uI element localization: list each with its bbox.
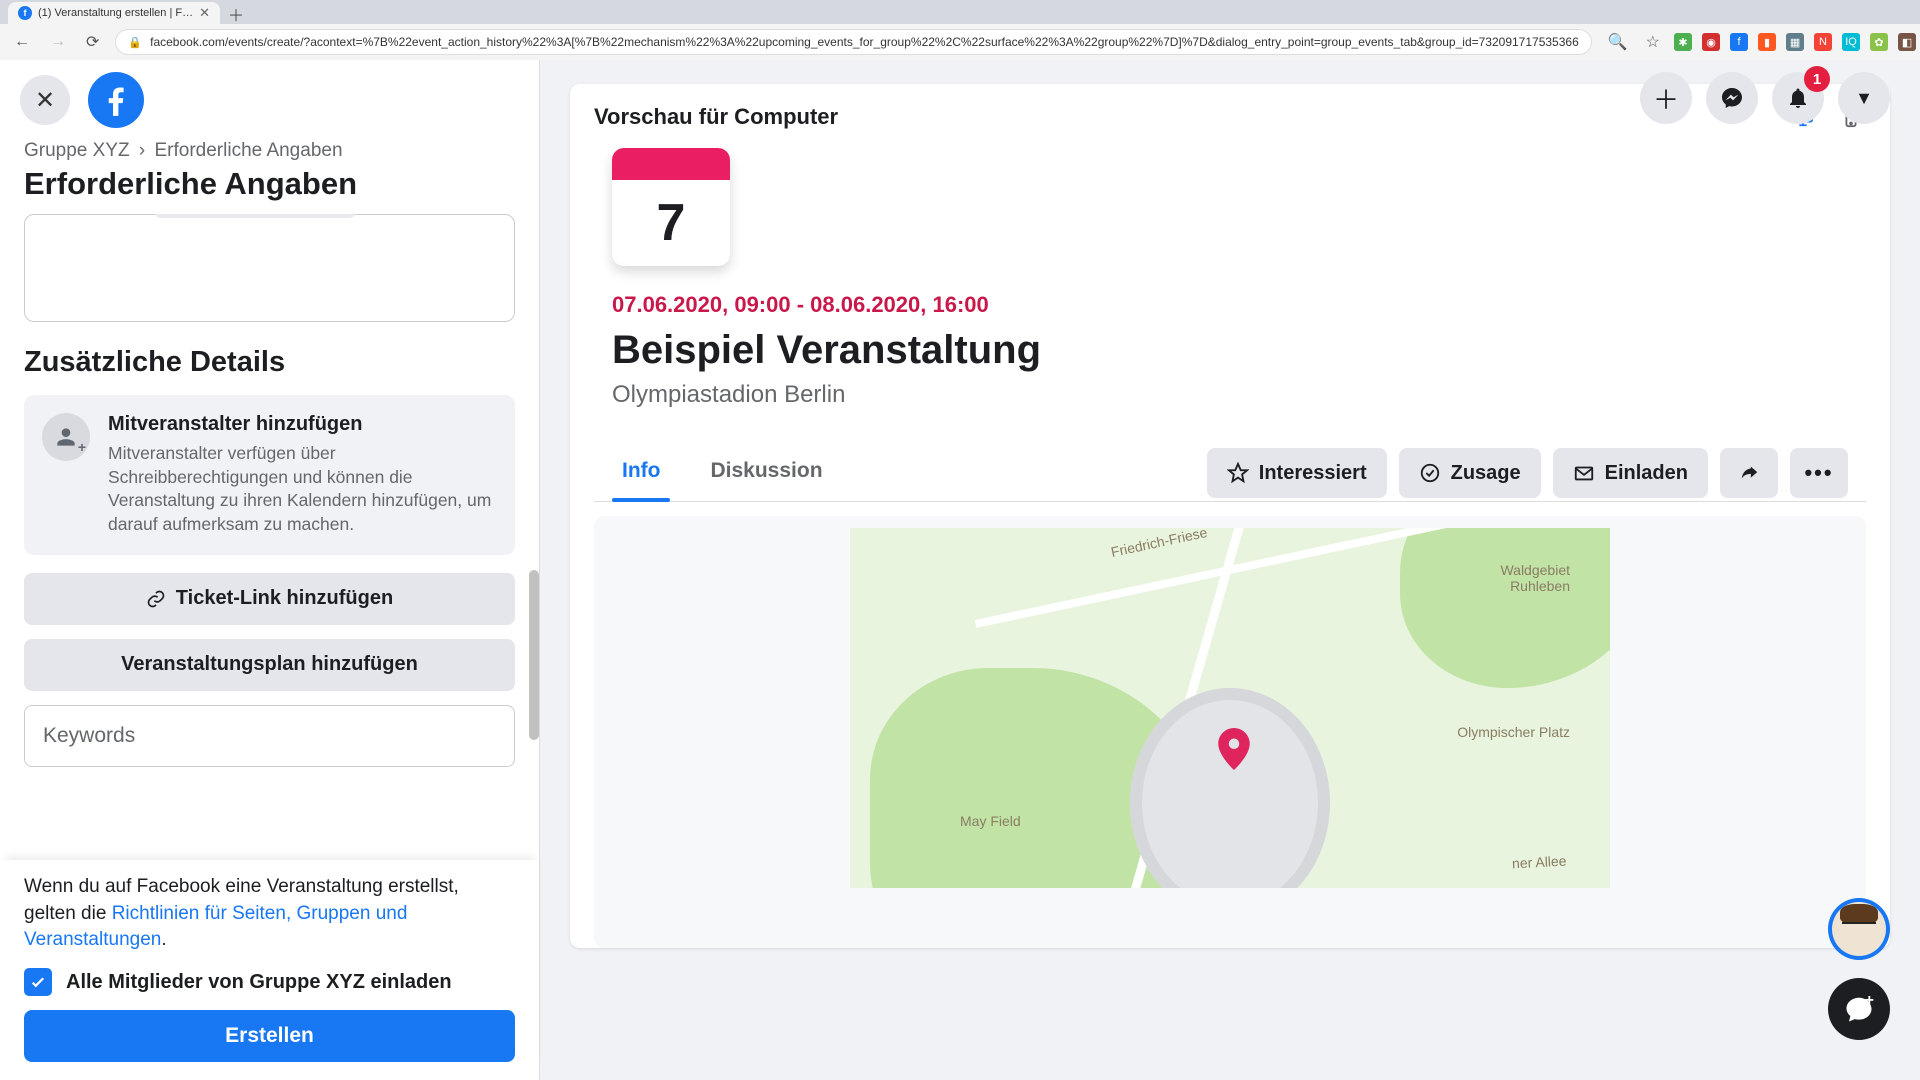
going-button[interactable]: Zusage bbox=[1399, 448, 1541, 498]
calendar-badge: 7 bbox=[612, 148, 730, 266]
reload-button[interactable]: ⟳ bbox=[82, 32, 103, 52]
preview-card: Vorschau für Computer 7 07.06.2020, 09:0… bbox=[570, 84, 1890, 948]
back-button[interactable]: ← bbox=[10, 33, 34, 51]
preview-heading: Vorschau für Computer bbox=[594, 104, 838, 130]
add-ticket-link-button[interactable]: Ticket-Link hinzufügen bbox=[24, 573, 515, 625]
forward-button[interactable]: → bbox=[46, 33, 70, 51]
create-menu-button[interactable]: ＋ bbox=[1640, 72, 1692, 124]
facebook-favicon-icon: f bbox=[18, 6, 32, 20]
checkmark-icon bbox=[29, 973, 47, 991]
browser-chrome: f (1) Veranstaltung erstellen | F… ✕ ＋ ←… bbox=[0, 0, 1920, 60]
more-button[interactable]: ••• bbox=[1790, 448, 1848, 498]
lock-icon: 🔒 bbox=[128, 36, 142, 49]
invite-all-checkbox[interactable] bbox=[24, 968, 52, 996]
extension-icon[interactable]: ◧ bbox=[1898, 33, 1916, 51]
extension-icon[interactable]: N bbox=[1814, 33, 1832, 51]
map-label: Olympischer Platz bbox=[1457, 724, 1570, 740]
event-map[interactable]: May Field Waldgebiet Ruhleben Olympische… bbox=[850, 528, 1610, 888]
sidebar-scroll[interactable]: Zusätzliche Details + Mitveranstalter hi… bbox=[0, 214, 539, 860]
close-icon: ✕ bbox=[35, 86, 55, 115]
map-label: Friedrich-Friese bbox=[1109, 528, 1208, 560]
header-actions: ＋ 1 ▼ bbox=[1640, 72, 1890, 124]
facebook-logo[interactable] bbox=[88, 72, 144, 128]
extension-icon[interactable]: ▦ bbox=[1786, 33, 1804, 51]
close-button[interactable]: ✕ bbox=[20, 75, 70, 125]
tab-close-icon[interactable]: ✕ bbox=[199, 5, 210, 21]
tab-discussion[interactable]: Diskussion bbox=[700, 445, 832, 501]
map-label: ner Allee bbox=[1511, 853, 1566, 872]
breadcrumb-group[interactable]: Gruppe XYZ bbox=[24, 140, 130, 161]
map-pin-icon bbox=[1218, 728, 1250, 760]
envelope-icon bbox=[1573, 462, 1595, 484]
map-label: May Field bbox=[960, 813, 1021, 829]
more-icon: ••• bbox=[1804, 460, 1833, 486]
messenger-icon bbox=[1720, 86, 1744, 110]
extension-icon[interactable]: ✿ bbox=[1870, 33, 1888, 51]
invite-button[interactable]: Einladen bbox=[1553, 448, 1708, 498]
coorganizer-description: Mitveranstalter verfügen über Schreibber… bbox=[108, 442, 497, 537]
profile-avatar-button[interactable] bbox=[1828, 898, 1890, 960]
plus-icon: ＋ bbox=[1653, 80, 1679, 117]
scrollbar[interactable] bbox=[529, 570, 539, 740]
policy-text: Wenn du auf Facebook eine Veranstaltung … bbox=[24, 874, 515, 954]
additional-details-heading: Zusätzliche Details bbox=[24, 346, 515, 379]
extension-icon[interactable]: f bbox=[1730, 33, 1748, 51]
breadcrumb-page: Erforderliche Angaben bbox=[155, 140, 343, 161]
url-text: facebook.com/events/create/?acontext=%7B… bbox=[150, 35, 1579, 49]
browser-tab[interactable]: f (1) Veranstaltung erstellen | F… ✕ bbox=[8, 2, 220, 24]
interested-button[interactable]: Interessiert bbox=[1207, 448, 1387, 498]
link-icon bbox=[146, 589, 166, 609]
star-icon[interactable]: ☆ bbox=[1642, 32, 1664, 52]
facebook-logo-icon bbox=[97, 81, 135, 119]
account-menu-button[interactable]: ▼ bbox=[1838, 72, 1890, 124]
checkmark-circle-icon bbox=[1419, 462, 1441, 484]
event-location: Olympiastadion Berlin bbox=[612, 381, 1848, 409]
event-form-field[interactable] bbox=[24, 214, 515, 322]
event-date-range: 07.06.2020, 09:00 - 08.06.2020, 16:00 bbox=[612, 292, 1848, 318]
person-add-icon: + bbox=[42, 413, 90, 461]
bell-icon bbox=[1786, 86, 1810, 110]
calendar-day: 7 bbox=[612, 180, 730, 266]
add-coorganizer-card[interactable]: + Mitveranstalter hinzufügen Mitveransta… bbox=[24, 395, 515, 555]
new-message-button[interactable]: + bbox=[1828, 978, 1890, 1040]
plus-icon: + bbox=[1865, 992, 1874, 1010]
address-bar[interactable]: 🔒 facebook.com/events/create/?acontext=%… bbox=[115, 29, 1591, 55]
extension-icons: 🔍 ☆ ✱ ◉ f ▮ ▦ N IQ ✿ ◧ ⊕ ⬤ ⋮ bbox=[1604, 32, 1920, 52]
share-button[interactable] bbox=[1720, 448, 1778, 498]
extension-icon[interactable]: IQ bbox=[1842, 33, 1860, 51]
chevron-right-icon: › bbox=[135, 140, 149, 161]
map-label: Waldgebiet Ruhleben bbox=[1470, 562, 1570, 594]
extension-icon[interactable]: ◉ bbox=[1702, 33, 1720, 51]
chevron-down-icon: ▼ bbox=[1855, 88, 1873, 109]
coorganizer-title: Mitveranstalter hinzufügen bbox=[108, 413, 497, 436]
messenger-button[interactable] bbox=[1706, 72, 1758, 124]
event-title: Beispiel Veranstaltung bbox=[612, 328, 1848, 373]
add-schedule-button[interactable]: Veranstaltungsplan hinzufügen bbox=[24, 639, 515, 691]
tab-title: (1) Veranstaltung erstellen | F… bbox=[38, 7, 193, 19]
create-button[interactable]: Erstellen bbox=[24, 1010, 515, 1062]
page-title: Erforderliche Angaben bbox=[0, 162, 539, 214]
invite-all-label: Alle Mitglieder von Gruppe XYZ einladen bbox=[66, 971, 452, 994]
share-icon bbox=[1738, 462, 1760, 484]
keywords-input[interactable]: Keywords bbox=[24, 705, 515, 767]
notification-badge: 1 bbox=[1804, 66, 1830, 92]
extension-icon[interactable]: ✱ bbox=[1674, 33, 1692, 51]
zoom-icon[interactable]: 🔍 bbox=[1604, 32, 1632, 52]
create-event-sidebar: ✕ Gruppe XYZ › Erforderliche Angaben Erf… bbox=[0, 60, 540, 1080]
notifications-button[interactable]: 1 bbox=[1772, 72, 1824, 124]
tab-info[interactable]: Info bbox=[612, 445, 670, 501]
extension-icon[interactable]: ▮ bbox=[1758, 33, 1776, 51]
keywords-placeholder: Keywords bbox=[43, 724, 135, 748]
new-tab-button[interactable]: ＋ bbox=[224, 4, 248, 24]
breadcrumb: Gruppe XYZ › Erforderliche Angaben bbox=[0, 140, 539, 162]
star-icon bbox=[1227, 462, 1249, 484]
